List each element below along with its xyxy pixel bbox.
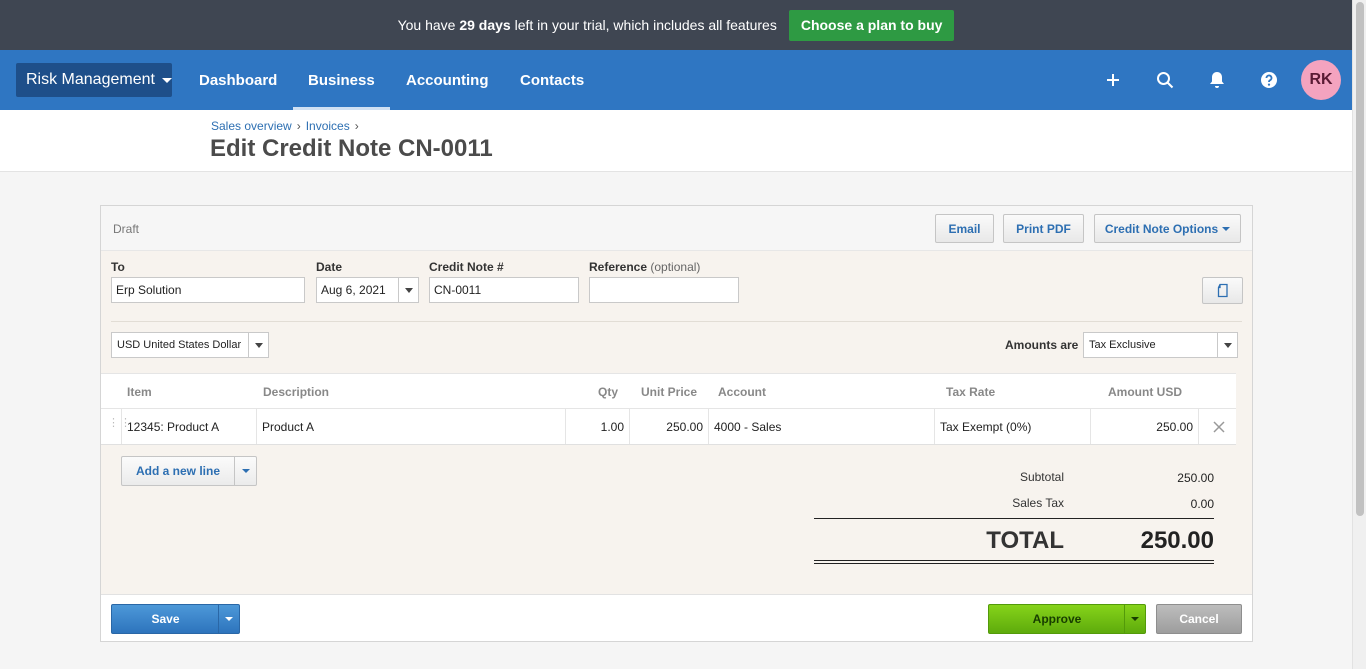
nav-dashboard[interactable]: Dashboard [199,50,277,110]
divider [814,518,1214,519]
cell-amount[interactable]: 250.00 [1091,409,1199,444]
cell-description[interactable]: Product A [257,409,566,444]
subtotal-label: Subtotal [1019,470,1064,484]
delete-row-icon[interactable] [1211,419,1227,435]
table-header: Item Description Qty Unit Price Account … [101,373,1236,409]
breadcrumb-separator: › [296,119,301,133]
status-badge: Draft [113,222,140,236]
breadcrumb-invoices[interactable]: Invoices [306,119,350,133]
breadcrumb-sales-overview[interactable]: Sales overview [211,119,292,133]
trial-message: You have 29 days left in your trial, whi… [397,17,777,33]
nav-accounting[interactable]: Accounting [406,50,489,110]
add-new-line-button[interactable]: Add a new line [121,456,257,486]
trial-banner: You have 29 days left in your trial, whi… [0,0,1352,50]
credit-note-options-button[interactable]: Credit Note Options [1094,214,1241,243]
credit-note-panel: Draft Email Print PDF Credit Note Option… [100,205,1253,642]
reference-label: Reference (optional) [589,260,701,274]
date-field[interactable]: Aug 6, 2021 [316,277,419,303]
reference-field[interactable] [589,277,739,303]
panel-toolbar: Draft Email Print PDF Credit Note Option… [101,206,1252,251]
breadcrumb: Sales overview › Invoices › [211,119,364,133]
trial-days: 29 days [459,17,511,33]
copy-document-button[interactable] [1202,277,1243,304]
credit-note-number-label: Credit Note # [429,260,504,274]
add-new-line-label: Add a new line [135,464,220,478]
column-header-item: Item [127,385,152,399]
table-row[interactable]: ⋮⋮ 12345: Product A Product A 1.00 250.0… [101,409,1236,445]
nav-contacts[interactable]: Contacts [520,50,584,110]
subtotal-value: 250.00 [1177,471,1214,485]
caret-down-icon [1222,226,1231,231]
page-title: Edit Credit Note CN-0011 [210,135,493,162]
approve-label: Approve [1032,612,1082,626]
scrollbar-thumb[interactable] [1356,2,1364,516]
help-icon[interactable] [1257,68,1281,92]
save-button[interactable]: Save [111,604,240,634]
currency-select[interactable]: USD United States Dollar [111,332,269,358]
column-header-tax-rate: Tax Rate [946,385,996,399]
cancel-button[interactable]: Cancel [1156,604,1242,634]
total-label: TOTAL [986,527,1064,554]
sales-tax-value: 0.00 [1190,497,1214,511]
credit-note-options-label: Credit Note Options [1104,221,1219,236]
bell-icon[interactable] [1205,68,1229,92]
column-header-account: Account [718,385,766,399]
column-header-amount: Amount USD [1108,385,1182,399]
save-label: Save [151,612,180,626]
top-nav: Risk Management Dashboard Business Accou… [0,50,1352,110]
cell-unit-price[interactable]: 250.00 [630,409,709,444]
column-header-description: Description [263,385,330,399]
search-icon[interactable] [1153,68,1177,92]
email-button[interactable]: Email [935,214,994,243]
org-switcher[interactable]: Risk Management [16,63,172,97]
cell-qty[interactable]: 1.00 [566,409,630,444]
column-header-unit-price: Unit Price [641,385,698,399]
column-header-qty: Qty [598,385,619,399]
to-label: To [111,260,125,274]
cell-tax-rate[interactable]: Tax Exempt (0%) [935,409,1091,444]
date-label: Date [316,260,343,274]
cell-account[interactable]: 4000 - Sales [709,409,935,444]
org-name: Risk Management [26,71,155,88]
currency-value: USD United States Dollar [117,339,242,351]
caret-down-icon [161,77,172,83]
print-pdf-button[interactable]: Print PDF [1003,214,1084,243]
amounts-are-value: Tax Exclusive [1089,339,1156,351]
avatar[interactable]: RK [1301,60,1341,100]
approve-button[interactable]: Approve [988,604,1146,634]
amounts-are-label: Amounts are [1005,338,1079,352]
total-value: 250.00 [1140,527,1214,554]
caret-down-icon [1217,333,1237,357]
page-scrollbar[interactable] [1352,0,1366,669]
panel-footer: Save Approve Cancel [101,594,1252,641]
nav-business[interactable]: Business [293,50,390,110]
calendar-dropdown-icon[interactable] [398,278,418,302]
to-field[interactable]: Erp Solution [111,277,305,303]
caret-down-icon[interactable] [1124,605,1145,633]
reference-optional-hint: (optional) [650,260,701,274]
date-value: Aug 6, 2021 [321,283,386,297]
caret-down-icon[interactable] [234,457,256,485]
sales-tax-label: Sales Tax [1012,496,1064,510]
page-header: Sales overview › Invoices › Edit Credit Not… [0,110,1352,172]
breadcrumb-separator: › [354,119,359,133]
caret-down-icon[interactable] [218,605,239,633]
choose-plan-button[interactable]: Choose a plan to buy [788,9,955,41]
caret-down-icon [248,333,268,357]
divider [814,563,1214,564]
cell-item[interactable]: 12345: Product A [121,409,257,444]
amounts-are-select[interactable]: Tax Exclusive [1083,332,1238,358]
plus-icon[interactable] [1101,68,1125,92]
divider [111,321,1242,322]
divider [814,560,1214,561]
document-icon [1217,283,1228,298]
credit-note-number-field[interactable]: CN-0011 [429,277,579,303]
